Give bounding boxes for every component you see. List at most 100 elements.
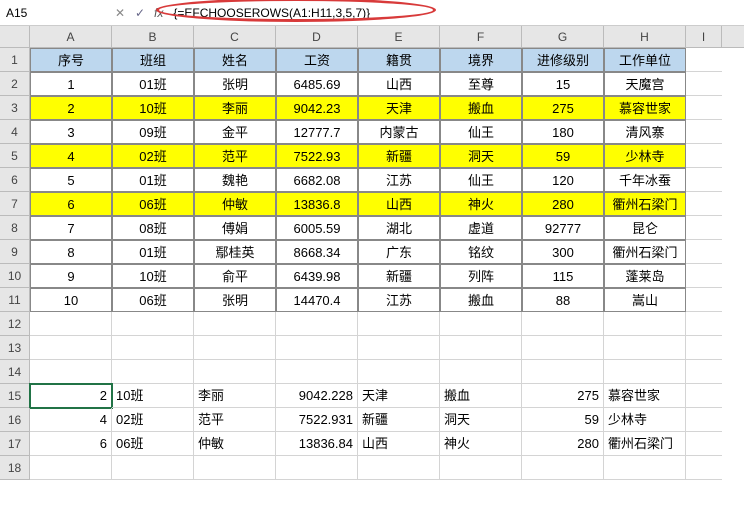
cell[interactable]: 7522.931 [276,408,358,432]
cell[interactable]: 清风寨 [604,120,686,144]
cell[interactable]: 鄢桂英 [194,240,276,264]
cell[interactable]: 金平 [194,120,276,144]
cell[interactable]: 班组 [112,48,194,72]
cell[interactable]: 衢州石梁门 [604,192,686,216]
cell[interactable]: 俞平 [194,264,276,288]
cell[interactable]: 6439.98 [276,264,358,288]
cell[interactable]: 280 [522,192,604,216]
cell[interactable] [112,312,194,336]
row-header[interactable]: 11 [0,288,30,312]
cell[interactable] [686,360,722,384]
cell[interactable] [440,312,522,336]
cell[interactable]: 虚道 [440,216,522,240]
cell[interactable]: 仙王 [440,168,522,192]
cell[interactable]: 张明 [194,72,276,96]
cell[interactable]: 1 [30,72,112,96]
cell[interactable]: 新疆 [358,408,440,432]
cell[interactable] [194,312,276,336]
cell[interactable]: 6 [30,192,112,216]
cell[interactable]: 内蒙古 [358,120,440,144]
cell[interactable]: 新疆 [358,264,440,288]
cell[interactable]: 千年冰蚕 [604,168,686,192]
cell[interactable] [522,456,604,480]
cell[interactable]: 120 [522,168,604,192]
cell[interactable]: 8668.34 [276,240,358,264]
cell[interactable]: 8 [30,240,112,264]
cell[interactable]: 09班 [112,120,194,144]
cell[interactable]: 7 [30,216,112,240]
formula-input[interactable] [167,0,744,25]
cell[interactable]: 280 [522,432,604,456]
cell[interactable] [358,360,440,384]
cell[interactable] [604,360,686,384]
cell[interactable] [686,336,722,360]
cell[interactable]: 山西 [358,432,440,456]
column-header[interactable]: E [358,26,440,47]
cell[interactable] [686,120,722,144]
cell[interactable] [522,336,604,360]
cell[interactable]: 13836.84 [276,432,358,456]
cell[interactable]: 9 [30,264,112,288]
row-header[interactable]: 13 [0,336,30,360]
cell[interactable] [112,456,194,480]
cell[interactable]: 180 [522,120,604,144]
cell[interactable]: 01班 [112,168,194,192]
column-header[interactable]: F [440,26,522,47]
cell[interactable]: 88 [522,288,604,312]
cell[interactable]: 神火 [440,432,522,456]
row-header[interactable]: 12 [0,312,30,336]
cell[interactable]: 山西 [358,72,440,96]
cell[interactable]: 李丽 [194,384,276,408]
cell[interactable] [686,240,722,264]
cell[interactable]: 10 [30,288,112,312]
cell[interactable] [440,456,522,480]
cell[interactable] [686,192,722,216]
cell[interactable]: 06班 [112,432,194,456]
cell[interactable]: 少林寺 [604,408,686,432]
cell[interactable] [194,360,276,384]
cell[interactable]: 2 [30,384,112,408]
cell[interactable]: 3 [30,120,112,144]
cell[interactable]: 仙王 [440,120,522,144]
cell[interactable]: 天津 [358,384,440,408]
cell[interactable]: 15 [522,72,604,96]
cell[interactable]: 13836.8 [276,192,358,216]
cell[interactable] [440,360,522,384]
cell[interactable]: 序号 [30,48,112,72]
row-header[interactable]: 10 [0,264,30,288]
select-all-corner[interactable] [0,26,30,47]
cell[interactable]: 工作单位 [604,48,686,72]
row-header[interactable]: 4 [0,120,30,144]
cell[interactable]: 02班 [112,144,194,168]
cell[interactable]: 洞天 [440,408,522,432]
cell[interactable]: 9042.228 [276,384,358,408]
cell[interactable] [276,360,358,384]
cell[interactable] [686,264,722,288]
cell[interactable]: 275 [522,384,604,408]
cell[interactable]: 10班 [112,264,194,288]
cell[interactable]: 6 [30,432,112,456]
row-header[interactable]: 14 [0,360,30,384]
cell[interactable]: 6485.69 [276,72,358,96]
cell[interactable] [604,336,686,360]
cell[interactable]: 4 [30,408,112,432]
cell[interactable]: 铭纹 [440,240,522,264]
row-header[interactable]: 6 [0,168,30,192]
cell[interactable]: 2 [30,96,112,120]
row-header[interactable]: 9 [0,240,30,264]
cell[interactable]: 范平 [194,408,276,432]
cell[interactable] [522,360,604,384]
cell[interactable]: 籍贯 [358,48,440,72]
cell[interactable]: 115 [522,264,604,288]
cell[interactable]: 12777.7 [276,120,358,144]
cell[interactable]: 衢州石梁门 [604,240,686,264]
cell[interactable] [30,312,112,336]
cell[interactable]: 08班 [112,216,194,240]
cell[interactable]: 张明 [194,288,276,312]
cell[interactable] [112,360,194,384]
cell[interactable]: 进修级别 [522,48,604,72]
cell[interactable]: 江苏 [358,168,440,192]
confirm-icon[interactable]: ✓ [130,0,150,25]
cell[interactable] [358,456,440,480]
cell[interactable] [686,72,722,96]
